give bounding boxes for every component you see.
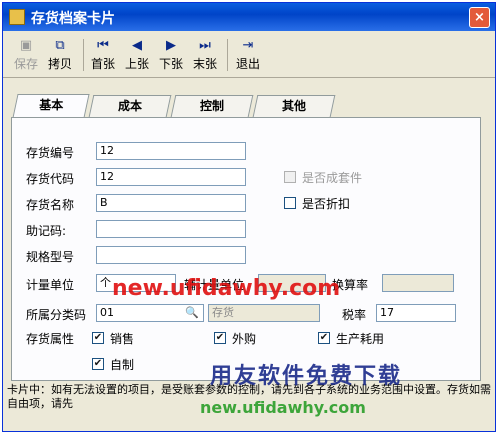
attr-purchase-label: 外购: [232, 332, 257, 346]
first-record-label: 首张: [90, 57, 115, 71]
tab-other[interactable]: 其他: [252, 95, 336, 117]
tab-cost-label: 成本: [117, 99, 142, 113]
inventory-code-field[interactable]: 12: [96, 142, 246, 160]
is-set-label: 是否成套件: [302, 171, 363, 185]
is-discount-label: 是否折扣: [302, 197, 351, 211]
is-set-checkbox[interactable]: [284, 171, 296, 183]
copy-icon: ⧉: [55, 38, 65, 53]
previous-record-label: 上张: [124, 57, 149, 71]
next-record-icon: ▶: [166, 38, 176, 53]
inventory-code-label: 存货编号: [26, 146, 75, 160]
watermark-url-red: new.ufidawhy.com: [112, 276, 341, 301]
first-record-icon: ⏮: [97, 38, 109, 53]
last-record-label: 末张: [192, 57, 217, 71]
window-title: 存货档案卡片: [31, 11, 115, 27]
attr-self-made-label: 自制: [110, 358, 135, 372]
toolbar-separator: [227, 39, 228, 71]
category-name-field: 存货: [208, 304, 320, 322]
attr-production-label: 生产耗用: [336, 332, 385, 346]
next-record-button[interactable]: ▶ 下张: [155, 35, 187, 75]
spec-label: 规格型号: [26, 250, 75, 264]
tab-basic[interactable]: 基本: [12, 94, 90, 118]
exit-button[interactable]: ⇥ 退出: [231, 35, 265, 75]
mnemonic-field[interactable]: [96, 220, 246, 238]
tax-rate-field[interactable]: 17: [376, 304, 456, 322]
inventory-name-label: 存货名称: [26, 198, 75, 212]
tax-rate-label: 税率: [342, 308, 367, 322]
exit-label: 退出: [235, 57, 260, 71]
inventory-alias-label: 存货代码: [26, 172, 75, 186]
attribute-label: 存货属性: [26, 332, 75, 346]
toolbar-separator: [83, 39, 84, 71]
next-record-label: 下张: [158, 57, 183, 71]
last-record-icon: ⏭: [199, 38, 211, 53]
basic-tab-panel: 存货编号 12 存货代码 12 是否成套件 存货名称 B 是否折扣 助记码: 规…: [11, 117, 481, 381]
unit-label: 计量单位: [26, 278, 75, 292]
app-icon: [9, 9, 25, 25]
is-discount-checkbox[interactable]: [284, 197, 296, 209]
last-record-button[interactable]: ⏭ 末张: [189, 35, 221, 75]
attr-purchase-checkbox[interactable]: ✔: [214, 332, 226, 344]
close-button[interactable]: ×: [469, 7, 490, 28]
spec-field[interactable]: [96, 246, 246, 264]
previous-record-button[interactable]: ◀ 上张: [121, 35, 153, 75]
save-icon: ▣: [19, 38, 33, 53]
toolbar: ▣ 保存 ⧉ 拷贝 ⏮ 首张 ◀ 上张 ▶ 下张 ⏭ 末张 ⇥ 退出: [3, 33, 495, 78]
first-record-button[interactable]: ⏮ 首张: [87, 35, 119, 75]
exit-icon: ⇥: [242, 38, 254, 53]
mnemonic-label: 助记码:: [26, 224, 67, 238]
tab-cost[interactable]: 成本: [88, 95, 172, 117]
copy-label: 拷贝: [47, 57, 72, 71]
tab-control[interactable]: 控制: [170, 95, 254, 117]
inventory-name-field[interactable]: B: [96, 194, 246, 212]
tab-other-label: 其他: [281, 99, 306, 113]
search-icon[interactable]: 🔍: [184, 305, 200, 321]
copy-button[interactable]: ⧉ 拷贝: [43, 35, 77, 75]
watermark-url-green: new.ufidawhy.com: [200, 398, 366, 417]
save-button[interactable]: ▣ 保存: [9, 35, 43, 75]
previous-record-icon: ◀: [132, 38, 142, 53]
category-code-label: 所属分类码: [26, 308, 87, 322]
attr-sales-label: 销售: [110, 332, 135, 346]
attr-sales-checkbox[interactable]: ✔: [92, 332, 104, 344]
tab-control-label: 控制: [199, 99, 224, 113]
attr-self-made-checkbox[interactable]: ✔: [92, 358, 104, 370]
inventory-alias-field[interactable]: 12: [96, 168, 246, 186]
watermark-slogan: 用友软件免费下载: [210, 364, 403, 389]
attr-production-checkbox[interactable]: ✔: [318, 332, 330, 344]
title-bar[interactable]: 存货档案卡片 ×: [3, 3, 495, 31]
tab-basic-label: 基本: [39, 98, 64, 112]
conversion-rate-field[interactable]: [382, 274, 454, 292]
save-label: 保存: [13, 57, 38, 71]
